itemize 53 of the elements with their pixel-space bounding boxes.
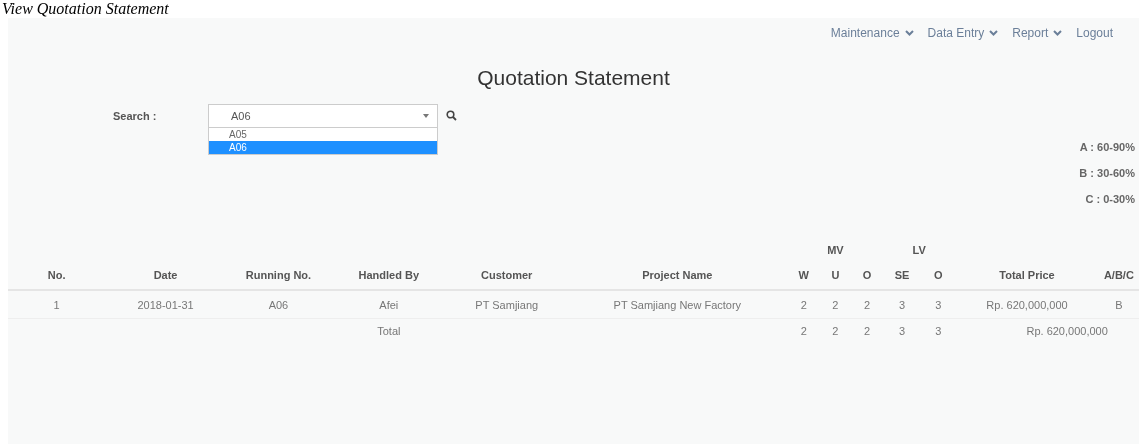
caret-icon	[423, 114, 429, 118]
column-header: Total Price	[999, 269, 1055, 281]
column-header: O	[933, 269, 943, 281]
table-cell: Afei	[379, 298, 399, 311]
column-header: A/B/C	[1103, 269, 1134, 281]
chevron-down-icon	[904, 30, 914, 36]
group-header: MV	[827, 244, 844, 256]
table-cell: Rp. 620,000,000	[986, 298, 1068, 311]
table-cell: PT Samjiang	[475, 298, 539, 311]
column-header: Project Name	[642, 269, 713, 281]
table-cell: 3	[899, 298, 906, 311]
column-header: U	[831, 269, 840, 281]
column-header: Customer	[481, 269, 533, 281]
table-cell: 2	[832, 298, 839, 311]
table-cell: 2	[800, 298, 807, 311]
search-select[interactable]: A06	[208, 104, 438, 128]
table-cell: 3	[935, 325, 942, 337]
nav-link[interactable]: Maintenance	[830, 26, 914, 40]
nav-link[interactable]: Report	[1012, 26, 1063, 40]
table-cell: 3	[899, 325, 906, 337]
table-cell: B	[1115, 298, 1123, 311]
search-icon[interactable]	[446, 110, 457, 121]
table-cell: 1	[53, 298, 60, 311]
page-heading: Quotation Statement	[477, 66, 670, 90]
table-cell: A06	[268, 298, 289, 311]
column-header: No.	[47, 269, 66, 281]
nav-link[interactable]: Logout	[1076, 26, 1113, 40]
column-header: O	[862, 269, 872, 281]
table-cell: 3	[935, 298, 942, 311]
search-label: Search :	[113, 109, 158, 122]
column-header: Date	[153, 269, 178, 281]
page-title: View Quotation Statement	[2, 0, 169, 17]
dropdown-option[interactable]: A06	[209, 141, 437, 154]
table-cell: Rp. 620,000,000	[1026, 325, 1108, 337]
chevron-down-icon	[989, 30, 999, 36]
chevron-down-icon	[1053, 30, 1063, 36]
column-header: W	[798, 269, 809, 281]
total-label: Total	[377, 325, 401, 337]
group-header: LV	[912, 244, 926, 256]
table-cell: 2	[800, 325, 807, 337]
table-cell: 2	[832, 325, 839, 337]
table-cell: 2	[863, 298, 871, 311]
table-cell: 2	[863, 325, 871, 337]
column-header: Running No.	[245, 269, 312, 281]
table-cell: 2018-01-31	[137, 298, 194, 311]
column-header: Handled By	[358, 269, 420, 281]
legend-text: C : 0-30%	[1085, 193, 1135, 205]
nav-link[interactable]: Data Entry	[927, 26, 999, 40]
table-cell: PT Samjiang New Factory	[613, 298, 742, 311]
dropdown-option[interactable]: A05	[209, 128, 437, 141]
column-header: SE	[894, 269, 910, 281]
legend-text: B : 30-60%	[1079, 167, 1135, 179]
legend-text: A : 60-90%	[1079, 141, 1135, 153]
